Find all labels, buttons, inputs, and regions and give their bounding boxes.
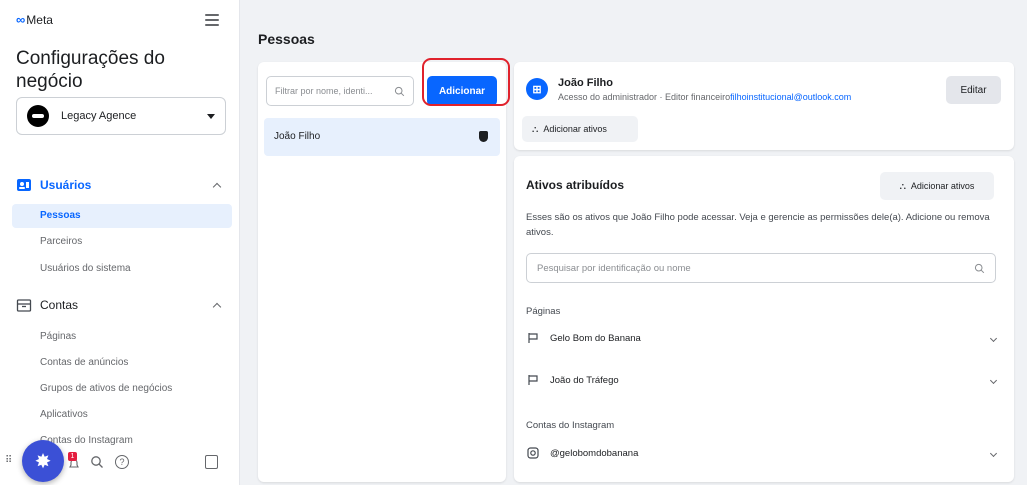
asset-name: João do Tráfego	[550, 374, 619, 386]
instagram-icon	[527, 447, 539, 459]
asset-row-page[interactable]: Gelo Bom do Banana	[526, 323, 1002, 353]
person-role-text: Acesso do administrador · Editor finance…	[558, 92, 851, 102]
gear-icon[interactable]: ✸	[22, 440, 64, 482]
caret-down-icon	[207, 113, 215, 119]
meta-brand-text: Meta	[26, 12, 53, 27]
pages-group-label: Páginas	[526, 306, 561, 317]
assets-icon: ⛬	[899, 180, 906, 191]
assets-search-input[interactable]: Pesquisar por identificação ou nome	[526, 253, 996, 283]
assets-description: Esses são os ativos que João Filho pode …	[526, 212, 990, 238]
briefcase-icon	[16, 299, 32, 312]
flag-icon	[528, 375, 538, 385]
users-icon	[17, 179, 31, 191]
chevron-up-icon	[212, 302, 222, 311]
menu-icon[interactable]	[205, 14, 219, 26]
sidebar: ∞ Meta Configurações do negócio Legacy A…	[0, 0, 240, 485]
nav-item-business-asset-groups[interactable]: Grupos de ativos de negócios	[12, 377, 232, 401]
people-list-panel: Filtrar por nome, identi... Adicionar Jo…	[258, 62, 506, 482]
person-detail-header: ⊞ João Filho Acesso do administrador · E…	[514, 62, 1014, 150]
assets-search-placeholder: Pesquisar por identificação ou nome	[537, 262, 691, 274]
people-filter-input[interactable]: Filtrar por nome, identi...	[266, 76, 414, 106]
edit-button[interactable]: Editar	[946, 76, 1001, 104]
drag-handle-icon[interactable]: ⠿	[5, 455, 12, 466]
meta-infinity-icon: ∞	[16, 12, 25, 27]
business-account-selector[interactable]: Legacy Agence	[16, 97, 226, 135]
nav-item-pages[interactable]: Páginas	[12, 325, 232, 349]
notification-badge: 1	[68, 452, 77, 461]
chevron-down-icon[interactable]	[989, 449, 998, 457]
business-settings-title: Configurações do negócio	[16, 48, 165, 92]
role-description: Acesso do administrador · Editor finance…	[558, 92, 731, 102]
filter-placeholder: Filtrar por nome, identi...	[275, 86, 373, 96]
nav-item-partners[interactable]: Parceiros	[12, 230, 232, 254]
page-title: Pessoas	[258, 31, 315, 47]
users-section-label: Usuários	[40, 178, 92, 192]
person-email: filhoinstitucional@outlook.com	[730, 92, 852, 102]
nav-item-apps[interactable]: Aplicativos	[12, 403, 232, 427]
instagram-group-label: Contas do Instagram	[526, 420, 615, 431]
search-icon	[394, 86, 405, 96]
assigned-assets-panel: Ativos atribuídos ⛬ Adicionar ativos Ess…	[514, 156, 1014, 482]
chevron-down-icon[interactable]	[989, 376, 998, 384]
asset-name: Gelo Bom do Banana	[550, 332, 641, 344]
users-section-header[interactable]: Usuários	[16, 175, 226, 195]
nav-item-system-users[interactable]: Usuários do sistema	[12, 257, 232, 281]
detail-person-name: João Filho	[558, 77, 613, 89]
assets-icon: ⛬	[532, 123, 539, 134]
account-name: Legacy Agence	[61, 110, 137, 122]
asset-row-page[interactable]: João do Tráfego	[526, 365, 1002, 395]
asset-name: @gelobomdobanana	[550, 447, 639, 459]
flag-icon	[528, 333, 538, 343]
list-item[interactable]: João Filho	[264, 118, 500, 156]
panel-icon[interactable]	[205, 455, 218, 469]
chevron-down-icon[interactable]	[989, 334, 998, 342]
asset-row-instagram[interactable]: @gelobomdobanana	[526, 438, 1002, 468]
add-assets-button[interactable]: ⛬ Adicionar ativos	[880, 172, 994, 200]
add-assets-label: Adicionar ativos	[543, 124, 607, 134]
add-assets-label: Adicionar ativos	[910, 181, 975, 191]
accounts-section-label: Contas	[40, 298, 79, 312]
accounts-section-header[interactable]: Contas	[16, 295, 226, 315]
help-icon[interactable]: ?	[115, 455, 129, 469]
meta-logo: ∞ Meta	[16, 12, 53, 27]
assets-title: Ativos atribuídos	[526, 178, 625, 192]
shield-icon	[479, 131, 488, 142]
nav-item-people[interactable]: Pessoas	[12, 204, 232, 228]
chevron-up-icon	[212, 182, 222, 191]
account-avatar	[27, 105, 49, 127]
nav-item-ad-accounts[interactable]: Contas de anúncios	[12, 351, 232, 375]
search-icon[interactable]	[90, 455, 104, 469]
search-icon	[974, 263, 985, 273]
person-name: João Filho	[274, 131, 321, 142]
add-assets-button-top[interactable]: ⛬ Adicionar ativos	[522, 116, 638, 142]
person-avatar-icon: ⊞	[526, 78, 548, 100]
annotation-highlight	[422, 58, 510, 106]
